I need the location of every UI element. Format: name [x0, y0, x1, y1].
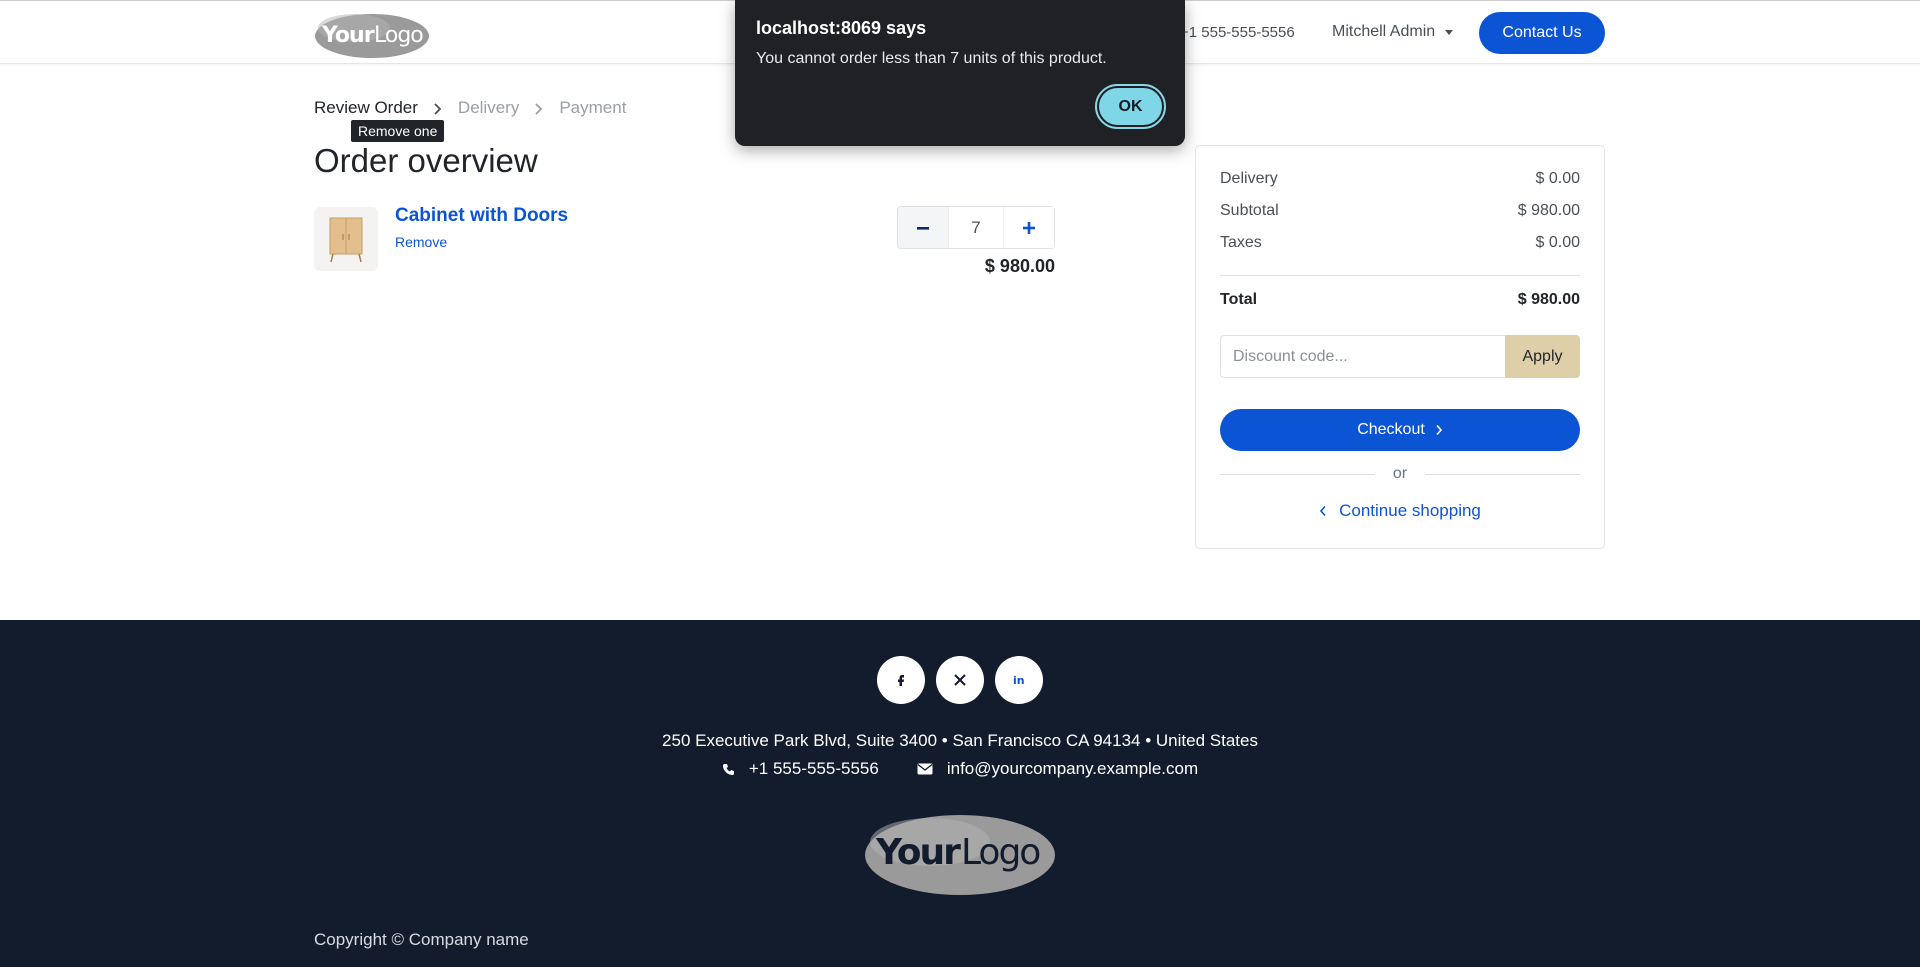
subtotal-label: Subtotal	[1220, 202, 1279, 219]
footer-contact: +1 555-555-5556 info@yourcompany.example…	[0, 759, 1920, 779]
taxes-row: Taxes $ 0.00	[1220, 234, 1580, 252]
site-logo[interactable]: Your Logo	[314, 11, 430, 59]
caret-down-icon	[1445, 30, 1454, 35]
chevron-left-icon	[1320, 505, 1326, 517]
footer-phone: +1 555-555-5556	[748, 759, 879, 778]
envelope-icon	[917, 763, 933, 775]
total-value: $ 980.00	[1517, 291, 1580, 308]
footer-phone-item[interactable]: +1 555-555-5556	[722, 759, 879, 779]
site-footer: in 250 Executive Park Blvd, Suite 3400 •…	[0, 620, 1920, 967]
svg-text:Your: Your	[875, 832, 961, 873]
product-image[interactable]	[314, 207, 378, 271]
footer-email-item[interactable]: info@yourcompany.example.com	[917, 759, 1198, 779]
step-review-order[interactable]: Review Order	[314, 98, 418, 118]
browser-alert-dialog: localhost:8069 says You cannot order les…	[735, 0, 1185, 146]
x-twitter-icon[interactable]	[936, 656, 984, 704]
taxes-value: $ 0.00	[1535, 234, 1580, 251]
footer-logo[interactable]: Your Logo	[864, 814, 1056, 896]
plus-icon[interactable]	[1004, 207, 1054, 248]
total-label: Total	[1220, 291, 1258, 308]
taxes-label: Taxes	[1220, 234, 1262, 251]
company-address: 250 Executive Park Blvd, Suite 3400 • Sa…	[662, 731, 1258, 750]
dialog-message: You cannot order less than 7 units of th…	[756, 50, 1107, 67]
apply-discount-button[interactable]: Apply	[1505, 335, 1580, 378]
chevron-right-icon	[1436, 424, 1442, 436]
chevron-right-icon	[432, 101, 444, 115]
continue-shopping-label: Continue shopping	[1339, 501, 1481, 520]
subtotal-value: $ 980.00	[1517, 202, 1580, 219]
delivery-value: $ 0.00	[1535, 170, 1580, 187]
copyright-text: Copyright © Company name	[314, 930, 529, 949]
phone-icon	[722, 763, 734, 775]
or-separator: or	[1220, 465, 1581, 483]
checkout-steps: Review Order Delivery Payment	[314, 98, 626, 118]
product-name-link[interactable]: Cabinet with Doors	[395, 205, 568, 227]
or-label: or	[1392, 465, 1408, 482]
minus-icon[interactable]	[898, 207, 948, 248]
step-delivery[interactable]: Delivery	[458, 98, 519, 118]
contact-us-button[interactable]: Contact Us	[1479, 12, 1605, 54]
product-price: $ 980.00	[984, 256, 1055, 276]
remove-one-tooltip: Remove one	[351, 120, 445, 142]
dialog-title: localhost:8069 says	[756, 18, 927, 38]
summary-divider	[1220, 275, 1580, 276]
svg-text:in: in	[1013, 674, 1025, 687]
user-name: Mitchell Admin	[1332, 23, 1436, 40]
order-summary-card: Delivery $ 0.00 Subtotal $ 980.00 Taxes …	[1195, 145, 1605, 549]
subtotal-row: Subtotal $ 980.00	[1220, 202, 1580, 220]
facebook-icon[interactable]	[877, 656, 925, 704]
continue-shopping-link[interactable]: Continue shopping	[1220, 501, 1580, 521]
delivery-label: Delivery	[1220, 170, 1278, 187]
separator-line	[1220, 473, 1375, 475]
total-row: Total $ 980.00	[1220, 291, 1580, 309]
header-phone[interactable]: +1 555-555-5556	[1180, 24, 1295, 41]
checkout-label: Checkout	[1357, 421, 1425, 438]
step-payment[interactable]: Payment	[559, 98, 626, 118]
page-title: Order overview	[314, 142, 538, 179]
discount-form: Apply	[1220, 335, 1580, 378]
user-menu[interactable]: Mitchell Admin	[1332, 23, 1454, 41]
chevron-right-icon	[533, 101, 545, 115]
svg-text:Logo: Logo	[961, 832, 1040, 873]
checkout-button[interactable]: Checkout	[1220, 409, 1580, 451]
remove-product-link[interactable]: Remove	[395, 234, 447, 250]
separator-line	[1425, 473, 1581, 475]
footer-email: info@yourcompany.example.com	[946, 759, 1199, 778]
svg-text:Your: Your	[321, 23, 375, 48]
quantity-stepper: 7	[897, 206, 1055, 249]
quantity-input[interactable]: 7	[948, 207, 1004, 248]
dialog-ok-button[interactable]: OK	[1095, 84, 1166, 129]
linkedin-icon[interactable]: in	[995, 656, 1043, 704]
delivery-row: Delivery $ 0.00	[1220, 170, 1580, 188]
svg-text:Logo: Logo	[374, 23, 423, 48]
discount-code-input[interactable]	[1220, 335, 1505, 378]
